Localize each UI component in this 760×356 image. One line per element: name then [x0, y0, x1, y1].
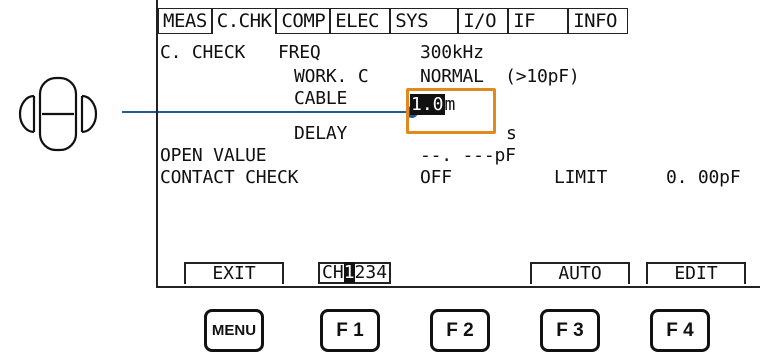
- f3-key[interactable]: F 3: [540, 309, 600, 352]
- limit-label: LIMIT: [554, 167, 608, 188]
- workc-value[interactable]: NORMAL (>10pF): [420, 67, 580, 87]
- edit-softkey[interactable]: EDIT: [646, 262, 746, 284]
- open-value: --. ---pF: [420, 145, 516, 166]
- workc-label: WORK. C: [294, 66, 369, 87]
- exit-softkey[interactable]: EXIT: [184, 262, 284, 284]
- freq-label: FREQ: [278, 42, 321, 63]
- contact-check-label: CONTACT CHECK: [160, 167, 299, 188]
- open-value-label: OPEN VALUE: [160, 145, 267, 166]
- tab-sys[interactable]: SYS: [390, 8, 459, 34]
- cable-label: CABLE: [294, 88, 348, 109]
- section-label: C. CHECK: [160, 42, 246, 63]
- channel-selector[interactable]: CH1234: [318, 262, 392, 284]
- f2-key[interactable]: F 2: [430, 309, 490, 352]
- auto-softkey[interactable]: AUTO: [530, 262, 630, 284]
- channel-selected: 1: [343, 262, 355, 283]
- delay-label: DELAY: [294, 123, 348, 144]
- f1-key[interactable]: F 1: [320, 309, 380, 352]
- delay-value[interactable]: s: [506, 124, 517, 144]
- tab-if[interactable]: IF: [508, 8, 569, 34]
- tab-cchk[interactable]: C.CHK: [211, 8, 277, 34]
- tab-elec[interactable]: ELEC: [330, 8, 391, 34]
- cable-highlight-box: [406, 88, 496, 134]
- tab-info[interactable]: INFO: [568, 8, 629, 34]
- limit-value[interactable]: 0. 00pF: [666, 168, 741, 188]
- menu-key[interactable]: MENU: [204, 309, 264, 352]
- tab-io[interactable]: I/O: [458, 8, 509, 34]
- freq-value[interactable]: 300kHz: [420, 43, 484, 63]
- f4-key[interactable]: F 4: [650, 309, 710, 352]
- tab-bar: MEAS C.CHK COMP ELEC SYS I/O IF INFO: [158, 8, 629, 34]
- tab-meas[interactable]: MEAS: [158, 8, 212, 34]
- rotary-knob-icon[interactable]: [8, 74, 108, 154]
- lcd-screen: MEAS C.CHK COMP ELEC SYS I/O IF INFO C. …: [156, 0, 760, 288]
- channel-rest: 234: [354, 262, 388, 283]
- contact-check-value[interactable]: OFF: [420, 168, 452, 188]
- channel-prefix: CH: [322, 262, 344, 283]
- tab-comp[interactable]: COMP: [276, 8, 331, 34]
